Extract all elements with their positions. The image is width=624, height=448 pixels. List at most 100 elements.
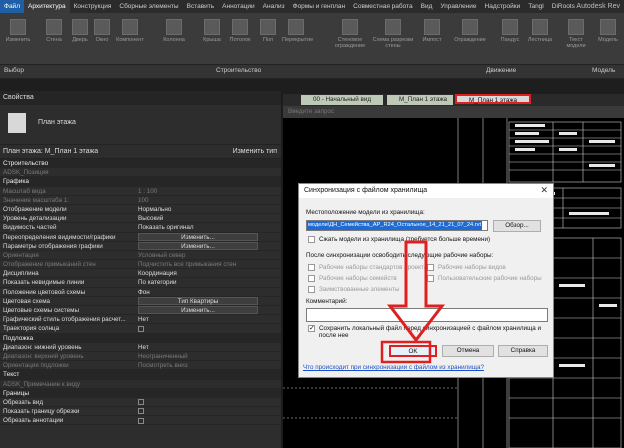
type-selector[interactable]: План этажа <box>0 105 281 145</box>
property-row[interactable]: ADSK_Позиция <box>0 168 281 178</box>
property-checkbox[interactable] <box>138 325 144 332</box>
property-row[interactable]: Значение масштаба 1: 100 <box>0 196 281 205</box>
tab-view[interactable]: Вид <box>417 0 437 13</box>
edit-type-button[interactable]: Изменить тип <box>233 148 277 155</box>
tab-analyze[interactable]: Анализ <box>259 0 289 13</box>
property-value: Условный север <box>138 251 186 259</box>
tab-precast[interactable]: Сборные элементы <box>115 0 182 13</box>
tab-plan-1[interactable]: М_План 1 этажа <box>387 95 453 105</box>
property-row[interactable]: Переопределения видимости/графики Изменит… <box>0 232 281 242</box>
save-local-checkbox[interactable] <box>308 324 315 332</box>
tab-plan-1-active[interactable]: М_План 1 этажа <box>455 94 531 104</box>
property-name: Обрезать аннотации <box>3 417 64 425</box>
property-row[interactable]: Отображение примыканий стен Подчистить вс… <box>0 260 281 270</box>
column-button[interactable]: Колонна <box>160 17 188 57</box>
property-row[interactable]: Масштаб вида 1 : 100 <box>0 187 281 196</box>
property-row[interactable]: Ориентация Условный север <box>0 251 281 261</box>
properties-grid: Строительство ADSK_Позиция Графика Масштаб … <box>0 159 281 426</box>
railing-button[interactable]: Ограждение <box>452 17 488 57</box>
property-row[interactable]: Графический стиль отображения расчет... Н… <box>0 315 281 325</box>
help-link[interactable]: Что происходит при синхронизации с файло… <box>303 364 484 371</box>
property-checkbox[interactable] <box>138 399 144 406</box>
property-row[interactable]: ADSK_Примечание к виду <box>0 380 281 389</box>
project-standards-checkbox[interactable] <box>308 264 315 271</box>
property-edit-button[interactable]: Изменить... <box>138 241 258 250</box>
component-button[interactable]: Компонент <box>116 17 144 57</box>
property-checkbox[interactable] <box>138 408 144 415</box>
property-edit-button[interactable]: Тип Квартиры <box>138 296 258 305</box>
property-edit-button[interactable]: Изменить... <box>138 232 258 241</box>
families-checkbox[interactable] <box>308 275 315 282</box>
model-text-button[interactable]: Текст модели <box>562 17 590 57</box>
wall-button[interactable]: Стена <box>40 17 68 57</box>
property-row[interactable]: Положение цветовой схемы Фон <box>0 288 281 297</box>
model-line-button[interactable]: Модель <box>594 17 622 57</box>
mullion-icon <box>424 19 440 35</box>
roof-button[interactable]: Крыша <box>198 17 226 57</box>
property-name: Показать границу обрезки <box>3 408 80 416</box>
property-section[interactable]: Графика <box>0 177 281 187</box>
property-name: Дисциплина <box>3 270 39 278</box>
property-edit-button[interactable]: Изменить... <box>138 306 258 314</box>
stair-button[interactable]: Лестница <box>526 17 554 57</box>
ramp-button[interactable]: Пандус <box>496 17 524 57</box>
curtain-grid-button[interactable]: Схема разрезки стены <box>372 17 414 57</box>
tab-architecture[interactable]: Архитектура <box>23 0 70 13</box>
property-section[interactable]: Текст <box>0 370 281 380</box>
property-checkbox[interactable] <box>138 417 144 424</box>
view-search-bar[interactable]: Введите запрос <box>283 106 624 118</box>
ribbon-group-labels: Выбор Строительство Движение Модель <box>0 65 624 79</box>
property-row[interactable]: Ориентация подложки Посмотреть вниз <box>0 361 281 371</box>
browse-button[interactable]: Обзор... <box>493 220 541 232</box>
tab-manage[interactable]: Управление <box>436 0 480 13</box>
window-button[interactable]: Окно <box>88 17 116 57</box>
property-row[interactable]: Уровень детализации Высокий <box>0 214 281 224</box>
property-name: Параметры отображения графики <box>3 242 103 250</box>
property-row[interactable]: Диапазон: верхний уровень Неограниченный <box>0 352 281 362</box>
compress-checkbox[interactable] <box>308 236 315 243</box>
search-placeholder: Введите запрос <box>288 108 335 115</box>
tab-insert[interactable]: Вставить <box>183 0 219 13</box>
property-section[interactable]: Границы <box>0 388 281 398</box>
group-select[interactable]: Выбор <box>4 67 24 74</box>
ceiling-button[interactable]: Потолок <box>226 17 254 57</box>
mullion-button[interactable]: Импост <box>418 17 446 57</box>
property-row[interactable]: Диапазон: нижний уровень Нет <box>0 343 281 352</box>
door-icon <box>72 19 88 35</box>
property-row[interactable]: Показать невидимые линии По категории <box>0 278 281 288</box>
group-build: Строительство <box>216 67 262 74</box>
close-icon[interactable]: ✕ <box>540 185 548 196</box>
property-section[interactable]: Строительство <box>0 159 281 169</box>
modify-button[interactable]: Изменить <box>4 17 32 57</box>
property-section[interactable]: Подложка <box>0 333 281 343</box>
property-row[interactable]: Цветовая схема Тип Квартиры <box>0 296 281 306</box>
floor-icon <box>260 19 276 35</box>
property-row[interactable]: Видимость частей Показать оригинал <box>0 223 281 233</box>
property-row[interactable]: Параметры отображения графики Изменить... <box>0 241 281 251</box>
property-row[interactable]: Обрезать вид <box>0 398 281 408</box>
property-row[interactable]: Траектория солнца <box>0 324 281 334</box>
tab-annotate[interactable]: Аннотации <box>218 0 259 13</box>
tab-addins[interactable]: Надстройки <box>481 0 525 13</box>
property-row[interactable]: Дисциплина Координация <box>0 269 281 279</box>
tab-massing[interactable]: Формы и генплан <box>289 0 350 13</box>
property-row[interactable]: Показать границу обрезки <box>0 407 281 417</box>
central-path-field[interactable]: модели\ДН_Семейства_АР_R24_Остальное_14_… <box>306 220 488 231</box>
property-row[interactable]: Обрезать аннотации <box>0 416 281 426</box>
curtain-wall-button[interactable]: Стеновое ограждение <box>330 17 370 57</box>
tab-file[interactable]: Файл <box>0 0 24 13</box>
tab-collaborate[interactable]: Совместная работа <box>349 0 416 13</box>
property-row[interactable]: Отображение модели Нормально <box>0 205 281 215</box>
tab-diroots[interactable]: DiRoots <box>548 0 579 13</box>
floor-button[interactable]: Пол <box>254 17 282 57</box>
help-button[interactable]: Справка <box>498 345 548 357</box>
property-value: Изменить... <box>135 232 281 241</box>
property-row[interactable]: Цветовые схемы системы Изменить... <box>0 306 281 316</box>
tab-tangl[interactable]: Tangl <box>524 0 548 13</box>
slab-button[interactable]: Перекрытие <box>282 17 313 57</box>
property-name: Цветовые схемы системы <box>3 307 79 314</box>
tab-structure[interactable]: Конструкция <box>70 0 116 13</box>
borrowed-checkbox[interactable] <box>308 286 315 293</box>
instance-filter[interactable]: План этажа: М_План 1 этажа Изменить тип <box>0 145 281 159</box>
tab-start-view[interactable]: 00 - Начальный вид <box>301 95 383 105</box>
